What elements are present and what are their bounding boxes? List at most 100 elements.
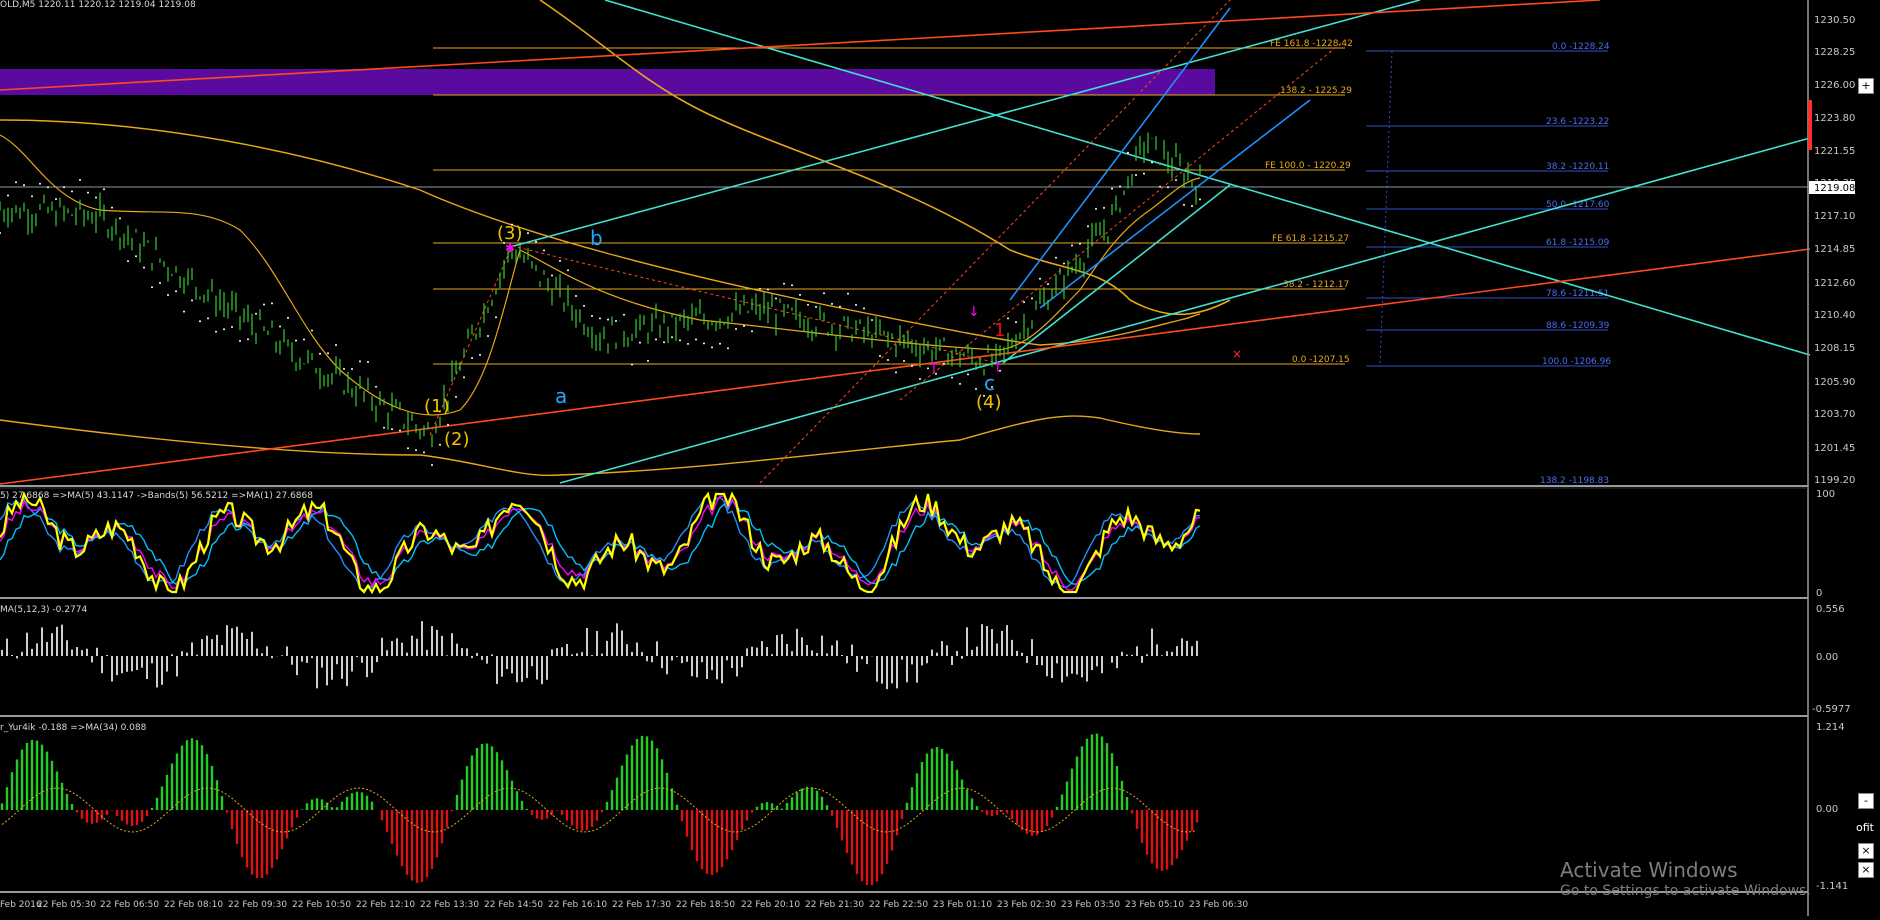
ind2-scale-mid: 0.00: [1816, 652, 1838, 663]
sar-dot: [255, 312, 257, 315]
sar-dot: [655, 338, 657, 341]
ind3-header: r_Yur4ik -0.188 =>MA(34) 0.088: [0, 723, 147, 733]
sar-dot: [767, 288, 769, 291]
time-tick: 23 Feb 03:50: [1061, 900, 1120, 910]
fr-label-23: 23.6 -1223.22: [1546, 117, 1609, 127]
sar-dot: [759, 287, 761, 290]
time-tick: 23 Feb 06:30: [1189, 900, 1248, 910]
sar-dot: [319, 352, 321, 355]
time-axis: Feb 2016 22 Feb 05:30 22 Feb 06:50 22 Fe…: [0, 900, 1248, 910]
sar-dot: [271, 302, 273, 305]
star-marker-icon: ✱: [505, 241, 515, 255]
up-arrow-icon-2: ↑: [992, 360, 1004, 376]
sar-dot: [407, 447, 409, 450]
sar-dot: [631, 363, 633, 366]
sar-dot: [719, 342, 721, 345]
time-tick: 22 Feb 21:30: [805, 900, 864, 910]
sar-dot: [247, 338, 249, 341]
sar-dot: [1007, 317, 1009, 320]
sar-dot: [1111, 187, 1113, 190]
time-tick: 23 Feb 05:10: [1125, 900, 1184, 910]
price-tick: 1226.00: [1814, 80, 1855, 91]
fr-label-138: 138.2 -1198.83: [1540, 476, 1609, 486]
price-tick: 1223.80: [1814, 113, 1855, 124]
sar-dot: [1055, 256, 1057, 259]
up-arrow-icon: ↑: [928, 360, 940, 376]
sar-dot: [967, 373, 969, 376]
sar-dot: [367, 361, 369, 364]
sar-dot: [735, 328, 737, 331]
sar-dot: [439, 443, 441, 446]
current-price-tag: 1219.08: [1814, 183, 1855, 194]
sar-dot: [647, 359, 649, 362]
sar-dot: [143, 266, 145, 269]
fr-label-61: 61.8 -1215.09: [1546, 238, 1610, 248]
sar-dot: [847, 292, 849, 295]
fe-label-0: 0.0 -1207.15: [1292, 355, 1350, 365]
sar-dot: [943, 362, 945, 365]
symbol-header: OLD,M5 1220.11 1220.12 1219.04 1219.08: [0, 0, 196, 10]
time-tick: 23 Feb 01:10: [933, 900, 992, 910]
sar-dot: [495, 316, 497, 319]
fr-label-100: 100.0 -1206.96: [1542, 357, 1611, 367]
sar-dot: [335, 343, 337, 346]
close-panel-button-2[interactable]: ×: [1858, 862, 1874, 878]
sar-dot: [663, 341, 665, 344]
sar-dot: [607, 318, 609, 321]
time-tick: 22 Feb 17:30: [612, 900, 671, 910]
chart-window[interactable]: FE 161.8 -1228.42 138.2 - 1225.29 FE 100…: [0, 0, 1880, 916]
sar-dot: [623, 313, 625, 316]
sar-dot: [487, 334, 489, 337]
sar-dot: [1127, 151, 1129, 154]
sar-dot: [639, 341, 641, 344]
price-tick: 1217.10: [1814, 211, 1855, 222]
sar-dot: [783, 282, 785, 285]
sar-dot: [215, 330, 217, 333]
time-tick: 22 Feb 14:50: [484, 900, 543, 910]
sar-dot: [1183, 203, 1185, 206]
price-tick: 1228.25: [1814, 47, 1855, 58]
ind1-scale-low: 0: [1816, 588, 1822, 599]
price-tick: 1221.55: [1814, 146, 1855, 157]
sar-dot: [863, 307, 865, 310]
sar-dot: [1191, 204, 1193, 207]
sar-dot: [95, 196, 97, 199]
sar-dot: [231, 326, 233, 329]
side-text: ofit: [1856, 821, 1875, 834]
zoom-out-button[interactable]: -: [1858, 793, 1874, 809]
sar-dot: [687, 342, 689, 345]
sar-dot: [583, 304, 585, 307]
sar-dot: [791, 284, 793, 287]
fe-label-61: FE 61.8 -1215.27: [1272, 234, 1349, 244]
sar-dot: [1143, 172, 1145, 175]
fe-label-100: FE 100.0 - 1220.29: [1265, 161, 1351, 171]
sar-dot: [559, 259, 561, 262]
ind1-header: 5) 27.6868 =>MA(5) 43.1147 ->Bands(5) 56…: [0, 491, 313, 501]
zoom-in-button[interactable]: +: [1858, 78, 1874, 94]
sar-dot: [551, 274, 553, 277]
sar-dot: [1199, 198, 1201, 201]
time-tick: 22 Feb 06:50: [100, 900, 159, 910]
sar-dot: [599, 317, 601, 320]
time-tick: 22 Feb 10:50: [292, 900, 351, 910]
sar-dot: [151, 286, 153, 289]
sar-dot: [1087, 225, 1089, 228]
sar-dot: [959, 382, 961, 385]
sar-dot: [903, 359, 905, 362]
sar-dot: [679, 339, 681, 342]
sar-dot: [1063, 262, 1065, 265]
sar-dot: [799, 293, 801, 296]
sar-dot: [807, 303, 809, 306]
ind3-scale-high: 1.214: [1816, 722, 1845, 733]
sar-dot: [383, 426, 385, 429]
sar-dot: [879, 354, 881, 357]
sar-dot: [431, 463, 433, 466]
sar-dot: [975, 387, 977, 390]
sar-dot: [831, 302, 833, 305]
time-tick: 22 Feb 13:30: [420, 900, 479, 910]
sar-dot: [303, 338, 305, 341]
close-panel-button[interactable]: ×: [1858, 843, 1874, 859]
sar-dot: [543, 249, 545, 252]
chart-canvas[interactable]: FE 161.8 -1228.42 138.2 - 1225.29 FE 100…: [0, 0, 1880, 916]
ind3-scale-mid: 0.00: [1816, 804, 1838, 815]
